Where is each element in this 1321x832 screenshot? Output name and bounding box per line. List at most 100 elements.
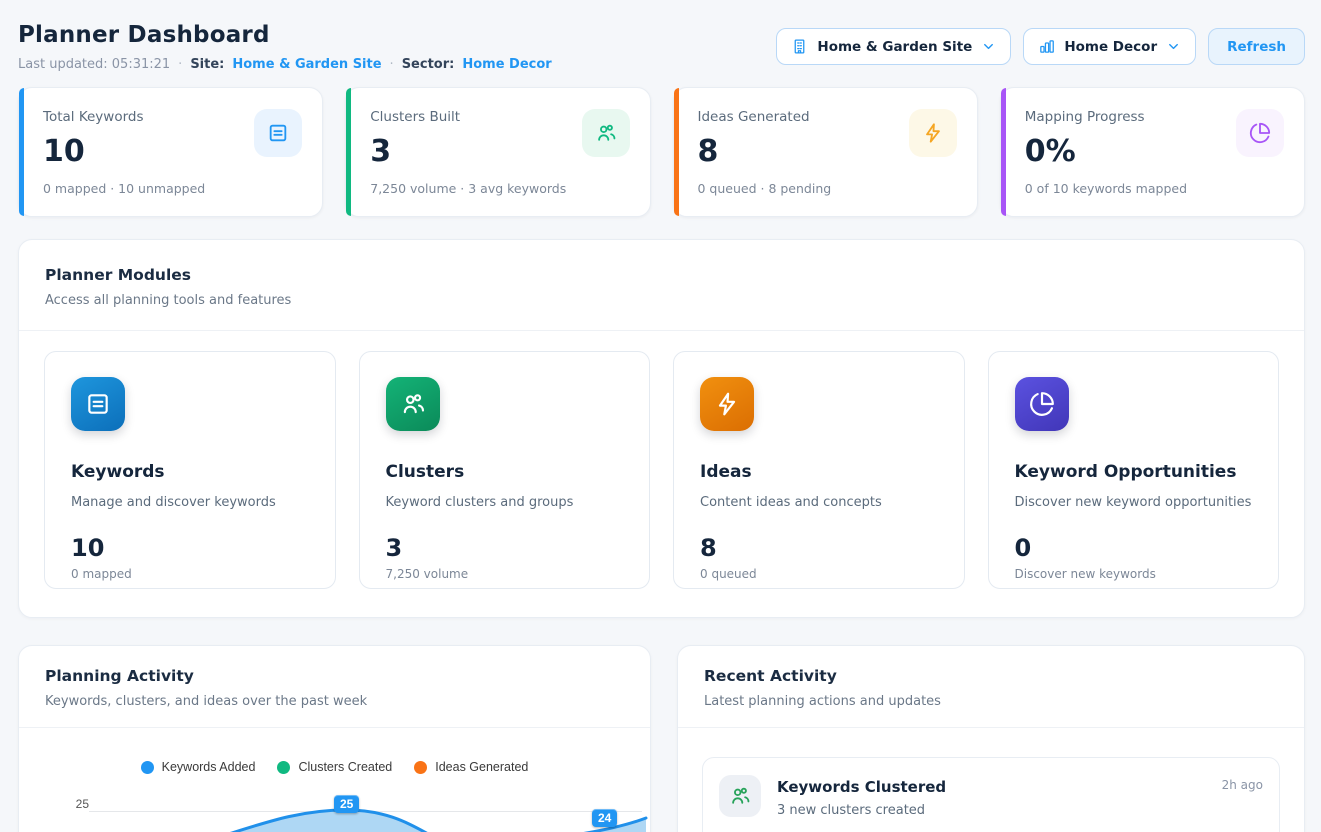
recent-activity-list: Keywords Clustered 2h ago 3 new clusters…	[678, 728, 1304, 832]
module-title: Keyword Opportunities	[1015, 462, 1253, 482]
module-card-clusters[interactable]: Clusters Keyword clusters and groups 3 7…	[359, 351, 651, 589]
module-description: Keyword clusters and groups	[386, 495, 624, 510]
stat-subtitle: 0 queued · 8 pending	[698, 181, 832, 196]
module-card-keyword-opportunities[interactable]: Keyword Opportunities Discover new keywo…	[988, 351, 1280, 589]
stat-card-total-keywords: Total Keywords 10 0 mapped · 10 unmapped	[18, 87, 323, 217]
module-description: Manage and discover keywords	[71, 495, 309, 510]
bar-chart-icon	[1038, 38, 1055, 55]
document-icon	[71, 377, 125, 431]
modules-panel-subtitle: Access all planning tools and features	[45, 293, 1278, 308]
stat-value: 8	[698, 134, 832, 169]
header-controls: Home & Garden Site Home Decor	[776, 28, 1305, 65]
site-selector-label: Home & Garden Site	[817, 39, 972, 55]
page-header: Planner Dashboard Last updated: 05:31:21…	[18, 22, 1305, 72]
stat-card-clusters-built: Clusters Built 3 7,250 volume · 3 avg ke…	[345, 87, 650, 217]
legend-dot-icon	[141, 761, 154, 774]
planning-activity-chart: Keywords Added Clusters Created Ideas Ge…	[19, 728, 650, 832]
users-icon	[582, 109, 630, 157]
legend-item-keywords-added[interactable]: Keywords Added	[141, 760, 256, 774]
planner-modules-panel: Planner Modules Access all planning tool…	[18, 239, 1305, 618]
stat-text: Mapping Progress 0% 0 of 10 keywords map…	[1025, 109, 1187, 216]
module-value: 10	[71, 534, 309, 562]
activity-top-row: Keywords Clustered 2h ago	[777, 778, 1263, 796]
pie-chart-icon	[1236, 109, 1284, 157]
legend-label: Ideas Generated	[435, 760, 528, 774]
stat-subtitle: 0 of 10 keywords mapped	[1025, 181, 1187, 196]
module-card-keywords[interactable]: Keywords Manage and discover keywords 10…	[44, 351, 336, 589]
recent-activity-title: Recent Activity	[704, 667, 1278, 685]
stat-text: Total Keywords 10 0 mapped · 10 unmapped	[43, 109, 205, 216]
stat-value: 10	[43, 134, 205, 169]
stat-card-mapping-progress: Mapping Progress 0% 0 of 10 keywords map…	[1000, 87, 1305, 217]
legend-label: Keywords Added	[162, 760, 256, 774]
meta-separator: ·	[178, 57, 182, 72]
module-value: 8	[700, 534, 938, 562]
users-icon	[386, 377, 440, 431]
page-title: Planner Dashboard	[18, 22, 552, 48]
meta-separator: ·	[390, 57, 394, 72]
stat-subtitle: 0 mapped · 10 unmapped	[43, 181, 205, 196]
legend-dot-icon	[414, 761, 427, 774]
building-icon	[791, 38, 808, 55]
legend-item-clusters-created[interactable]: Clusters Created	[277, 760, 392, 774]
module-title: Clusters	[386, 462, 624, 482]
module-sub-label: 7,250 volume	[386, 567, 624, 581]
data-point-label: 24	[592, 809, 617, 827]
recent-activity-header: Recent Activity Latest planning actions …	[678, 646, 1304, 709]
planning-activity-title: Planning Activity	[45, 667, 624, 685]
site-label: Site:	[190, 57, 224, 72]
planning-activity-panel: Planning Activity Keywords, clusters, an…	[18, 645, 651, 832]
sector-label: Sector:	[402, 57, 455, 72]
chevron-down-icon	[981, 39, 996, 54]
legend-label: Clusters Created	[298, 760, 392, 774]
legend-dot-icon	[277, 761, 290, 774]
module-title: Keywords	[71, 462, 309, 482]
site-selector-dropdown[interactable]: Home & Garden Site	[776, 28, 1011, 65]
stat-value: 0%	[1025, 134, 1187, 169]
header-left: Planner Dashboard Last updated: 05:31:21…	[18, 22, 552, 72]
module-value: 3	[386, 534, 624, 562]
activity-item-keywords-clustered: Keywords Clustered 2h ago 3 new clusters…	[702, 757, 1280, 832]
sector-selector-label: Home Decor	[1064, 39, 1157, 55]
stat-title: Ideas Generated	[698, 109, 832, 125]
stat-text: Ideas Generated 8 0 queued · 8 pending	[698, 109, 832, 216]
planner-dashboard-page: Planner Dashboard Last updated: 05:31:21…	[0, 0, 1321, 832]
module-description: Discover new keyword opportunities	[1015, 495, 1253, 510]
modules-panel-title: Planner Modules	[45, 266, 1278, 284]
modules-grid: Keywords Manage and discover keywords 10…	[19, 331, 1304, 617]
stat-title: Total Keywords	[43, 109, 205, 125]
legend-item-ideas-generated[interactable]: Ideas Generated	[414, 760, 528, 774]
document-icon	[254, 109, 302, 157]
pie-chart-icon	[1015, 377, 1069, 431]
sector-selector-dropdown[interactable]: Home Decor	[1023, 28, 1196, 65]
stat-card-ideas-generated: Ideas Generated 8 0 queued · 8 pending	[673, 87, 978, 217]
data-point-label: 25	[334, 795, 359, 813]
module-description: Content ideas and concepts	[700, 495, 938, 510]
module-card-ideas[interactable]: Ideas Content ideas and concepts 8 0 que…	[673, 351, 965, 589]
stat-text: Clusters Built 3 7,250 volume · 3 avg ke…	[370, 109, 566, 216]
sector-link[interactable]: Home Decor	[462, 57, 551, 72]
refresh-button[interactable]: Refresh	[1208, 28, 1305, 65]
modules-panel-header: Planner Modules Access all planning tool…	[19, 240, 1304, 308]
chevron-down-icon	[1166, 39, 1181, 54]
recent-activity-panel: Recent Activity Latest planning actions …	[677, 645, 1305, 832]
activity-timestamp: 2h ago	[1222, 778, 1263, 792]
activity-title: Keywords Clustered	[777, 778, 946, 796]
users-icon	[719, 775, 761, 817]
bottom-row: Planning Activity Keywords, clusters, an…	[18, 645, 1305, 832]
header-meta: Last updated: 05:31:21 · Site: Home & Ga…	[18, 57, 552, 72]
lightning-icon	[700, 377, 754, 431]
module-sub-label: Discover new keywords	[1015, 567, 1253, 581]
planning-activity-header: Planning Activity Keywords, clusters, an…	[19, 646, 650, 709]
stat-title: Clusters Built	[370, 109, 566, 125]
activity-body: Keywords Clustered 2h ago 3 new clusters…	[777, 775, 1263, 832]
module-sub-label: 0 mapped	[71, 567, 309, 581]
activity-description: 3 new clusters created	[777, 803, 1263, 818]
site-link[interactable]: Home & Garden Site	[232, 57, 381, 72]
module-value: 0	[1015, 534, 1253, 562]
chart-legend: Keywords Added Clusters Created Ideas Ge…	[19, 760, 650, 774]
last-updated-text: Last updated: 05:31:21	[18, 57, 170, 72]
planning-activity-subtitle: Keywords, clusters, and ideas over the p…	[45, 694, 624, 709]
stat-value: 3	[370, 134, 566, 169]
recent-activity-subtitle: Latest planning actions and updates	[704, 694, 1278, 709]
